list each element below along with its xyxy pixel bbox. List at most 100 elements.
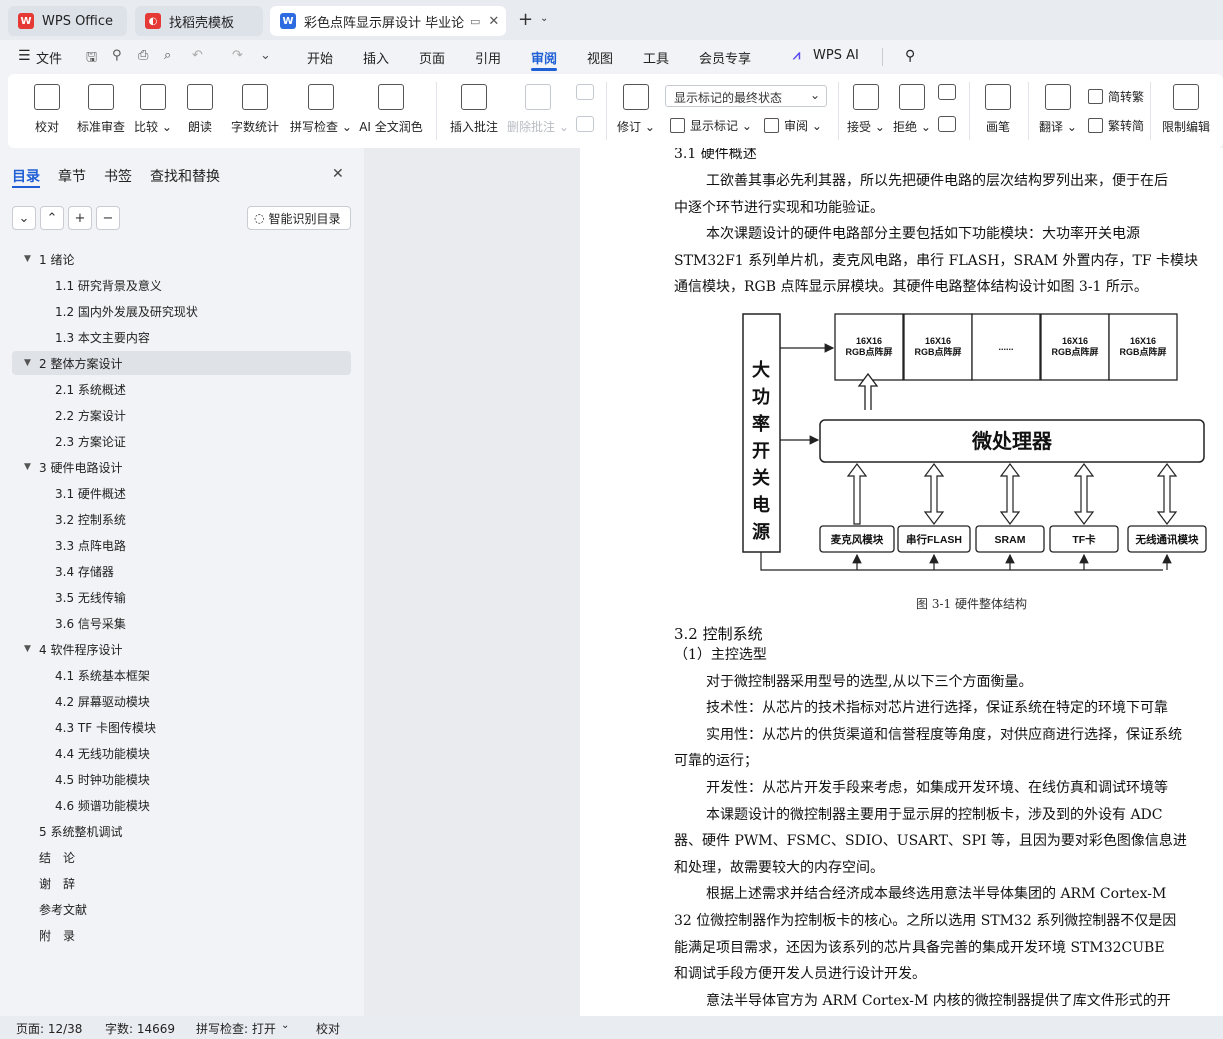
collapse-all-button[interactable]: ⌄ — [12, 206, 36, 230]
insert-comment-button[interactable]: 插入批注 — [448, 84, 500, 135]
track-changes-button[interactable]: 修订 ⌄ — [616, 84, 656, 135]
toc-item[interactable]: 2.1 系统概述 — [12, 377, 351, 401]
open-icon[interactable]: ⚲ — [112, 48, 122, 63]
toc-item[interactable]: 4.3 TF 卡图传模块 — [12, 715, 351, 739]
nav-tab-chapter[interactable]: 章节 — [58, 166, 86, 186]
word-count[interactable]: 字数: 14669 — [105, 1020, 175, 1037]
toc-item[interactable]: 结 论 — [12, 845, 351, 869]
toc-item[interactable]: 1.3 本文主要内容 — [12, 325, 351, 349]
tab-document[interactable]: W 彩色点阵显示屏设计 毕业论文 ▭ ✕ — [270, 6, 506, 36]
close-icon[interactable]: ✕ — [332, 166, 344, 182]
toc-item[interactable]: 3.4 存储器 — [12, 559, 351, 583]
word-count-button[interactable]: 字数统计 — [226, 84, 284, 135]
toc-item[interactable]: 5 系统整机调试 — [12, 819, 351, 843]
prev-comment-button[interactable] — [574, 84, 596, 108]
toc-item[interactable]: 4.2 屏幕驱动模块 — [12, 689, 351, 713]
toc-item-label: 1 绪论 — [39, 252, 75, 267]
ai-polish-button[interactable]: AI 全文润色 — [358, 84, 424, 135]
toc-item[interactable]: ▼ 1 绪论 — [12, 247, 351, 271]
search-icon[interactable]: ⚲ — [905, 48, 915, 64]
spell-check-status[interactable]: 拼写检查: 打开 — [196, 1020, 276, 1037]
restrict-edit-button[interactable]: 限制编辑 — [1158, 84, 1214, 135]
expand-triangle-icon[interactable]: ▼ — [24, 254, 31, 264]
close-tab-icon[interactable]: ✕ — [488, 14, 499, 29]
markup-mode-select[interactable]: 显示标记的最终状态 ⌄ — [665, 85, 827, 107]
menu-review[interactable]: 审阅 — [531, 48, 557, 67]
paragraph-line: 对于微控制器采用型号的选型,从以下三个方面衡量。 — [706, 674, 1033, 690]
add-heading-button[interactable]: + — [68, 206, 92, 230]
next-change-button[interactable] — [936, 116, 958, 140]
smart-toc-button[interactable]: ◌ 智能识别目录 — [247, 206, 351, 230]
proof-status[interactable]: 校对 — [316, 1020, 340, 1037]
accept-button[interactable]: 接受 ⌄ — [846, 84, 886, 135]
standard-review-button[interactable]: 标准审查 — [74, 84, 128, 135]
spell-check-button[interactable]: 拼写检查 ⌄ — [288, 84, 354, 135]
redo-icon[interactable]: ↷ — [232, 48, 243, 63]
print-preview-icon[interactable]: ⌕ — [164, 48, 171, 63]
print-icon[interactable]: ⎙ — [138, 48, 148, 63]
menu-view[interactable]: 视图 — [587, 48, 613, 67]
hamburger-icon[interactable]: ☰ — [18, 48, 31, 64]
review-pane-button[interactable]: 审阅 ⌄ — [764, 117, 822, 134]
toc-item[interactable]: 1.1 研究背景及意义 — [12, 273, 351, 297]
tab-wps-office[interactable]: W WPS Office — [8, 6, 127, 36]
toc-item[interactable]: 3.6 信号采集 — [12, 611, 351, 635]
toc-item[interactable]: 3.1 硬件概述 — [12, 481, 351, 505]
nav-tab-bookmark[interactable]: 书签 — [104, 166, 132, 186]
nav-tab-find-replace[interactable]: 查找和替换 — [150, 166, 220, 186]
chevron-down-icon[interactable]: ⌄ — [281, 1020, 289, 1031]
nav-tab-toc[interactable]: 目录 — [12, 166, 40, 186]
page-indicator[interactable]: 页面: 12/38 — [16, 1020, 82, 1037]
toc-item[interactable]: 4.5 时钟功能模块 — [12, 767, 351, 791]
word-doc-icon: W — [280, 13, 296, 29]
prev-change-button[interactable] — [936, 84, 958, 108]
save-icon[interactable]: 🖫 — [86, 48, 97, 70]
to-traditional-button[interactable]: 简转繁 — [1088, 88, 1144, 105]
more-chevron-icon[interactable]: ⌄ — [260, 48, 271, 63]
menu-page[interactable]: 页面 — [419, 48, 445, 67]
toc-item[interactable]: 2.2 方案设计 — [12, 403, 351, 427]
file-menu[interactable]: 文件 — [36, 48, 62, 67]
menu-reference[interactable]: 引用 — [475, 48, 501, 67]
tab-template[interactable]: ◐ 找稻壳模板 — [135, 6, 263, 36]
expand-triangle-icon[interactable]: ▼ — [24, 358, 31, 368]
menu-home[interactable]: 开始 — [307, 48, 333, 67]
toc-item[interactable]: ▼ 3 硬件电路设计 — [12, 455, 351, 479]
toc-item[interactable]: 3.5 无线传输 — [12, 585, 351, 609]
toc-item[interactable]: 1.2 国内外发展及研究现状 — [12, 299, 351, 323]
toc-item[interactable]: 2.3 方案论证 — [12, 429, 351, 453]
to-simplified-button[interactable]: 繁转简 — [1088, 117, 1144, 134]
undo-icon[interactable]: ↶ — [192, 48, 203, 63]
menu-insert[interactable]: 插入 — [363, 48, 389, 67]
expand-triangle-icon[interactable]: ▼ — [24, 644, 31, 654]
toc-item[interactable]: 3.2 控制系统 — [12, 507, 351, 531]
toc-item[interactable]: 谢 辞 — [12, 871, 351, 895]
pen-button[interactable]: 画笔 — [980, 84, 1016, 135]
expand-button[interactable]: ⌃ — [40, 206, 64, 230]
menu-member[interactable]: 会员专享 — [699, 48, 751, 67]
toc-item[interactable]: 4.1 系统基本框架 — [12, 663, 351, 687]
toc-item[interactable]: 4.6 频谱功能模块 — [12, 793, 351, 817]
toc-item[interactable]: 附 录 — [12, 923, 351, 947]
compare-button[interactable]: 比较 ⌄ — [132, 84, 174, 135]
read-aloud-button[interactable]: 朗读 — [184, 84, 216, 135]
expand-triangle-icon[interactable]: ▼ — [24, 462, 31, 472]
toc-item[interactable]: 参考文献 — [12, 897, 351, 921]
menu-wps-ai[interactable]: WPS AI — [813, 48, 859, 63]
new-tab-icon[interactable]: + — [518, 9, 533, 30]
toc-item[interactable]: 4.4 无线功能模块 — [12, 741, 351, 765]
document-page[interactable]: 3.1 硬件概述 工欲善其事必先利其器，所以先把硬件电路的层次结构罗列出来，便于… — [580, 148, 1223, 1016]
show-markup-button[interactable]: 显示标记 ⌄ — [670, 117, 752, 134]
translate-button[interactable]: 翻译 ⌄ — [1038, 84, 1078, 135]
chevron-down-icon[interactable]: ⌄ — [540, 13, 548, 24]
toc-item[interactable]: ▼ 4 软件程序设计 — [12, 637, 351, 661]
proof-button[interactable]: 校对 — [30, 84, 64, 135]
menu-tools[interactable]: 工具 — [643, 48, 669, 67]
reject-button[interactable]: 拒绝 ⌄ — [892, 84, 932, 135]
toc-item[interactable]: 3.3 点阵电路 — [12, 533, 351, 557]
next-comment-button[interactable] — [574, 116, 596, 140]
remove-heading-button[interactable]: − — [96, 206, 120, 230]
delete-comment-button[interactable]: 删除批注 ⌄ — [506, 84, 570, 135]
screen-icon[interactable]: ▭ — [470, 15, 480, 28]
toc-item[interactable]: ▼ 2 整体方案设计 — [12, 351, 351, 375]
